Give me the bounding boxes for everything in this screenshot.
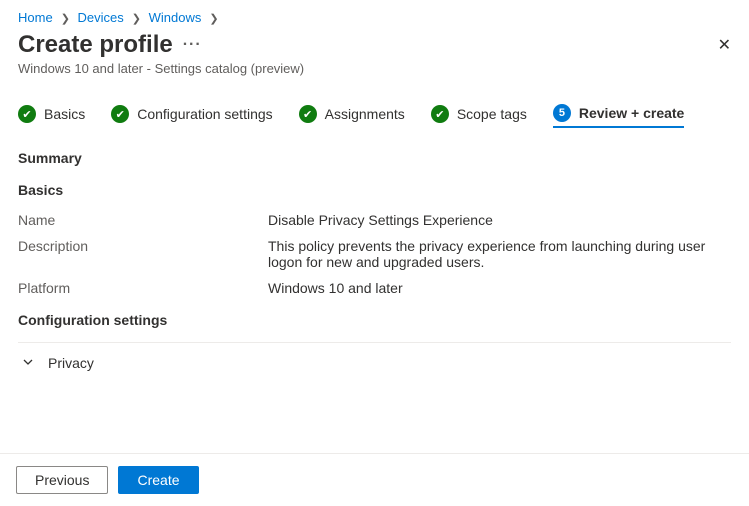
breadcrumb: Home ❯ Devices ❯ Windows ❯	[0, 0, 749, 29]
configuration-settings-heading: Configuration settings	[18, 312, 731, 328]
step-label: Assignments	[325, 106, 405, 122]
step-basics[interactable]: ✔ Basics	[18, 105, 85, 127]
step-label: Basics	[44, 106, 85, 122]
privacy-label: Privacy	[48, 355, 94, 371]
chevron-right-icon: ❯	[61, 13, 70, 25]
more-icon[interactable]: ···	[183, 36, 202, 54]
step-scope-tags[interactable]: ✔ Scope tags	[431, 105, 527, 127]
basics-heading: Basics	[18, 182, 731, 198]
close-icon[interactable]: ✕	[718, 35, 731, 55]
name-label: Name	[18, 212, 268, 228]
platform-value: Windows 10 and later	[268, 280, 731, 296]
check-icon: ✔	[431, 105, 449, 123]
step-label: Configuration settings	[137, 106, 272, 122]
description-label: Description	[18, 238, 268, 270]
previous-button[interactable]: Previous	[16, 466, 108, 494]
check-icon: ✔	[18, 105, 36, 123]
chevron-down-icon	[22, 356, 34, 371]
breadcrumb-devices[interactable]: Devices	[78, 10, 124, 25]
step-assignments[interactable]: ✔ Assignments	[299, 105, 405, 127]
step-label: Scope tags	[457, 106, 527, 122]
check-icon: ✔	[111, 105, 129, 123]
step-number-icon: 5	[553, 104, 571, 122]
wizard-steps: ✔ Basics ✔ Configuration settings ✔ Assi…	[0, 76, 749, 128]
check-icon: ✔	[299, 105, 317, 123]
footer: Previous Create	[0, 453, 749, 506]
field-platform: Platform Windows 10 and later	[18, 280, 731, 296]
breadcrumb-windows[interactable]: Windows	[149, 10, 202, 25]
page-subtitle: Windows 10 and later - Settings catalog …	[18, 61, 731, 76]
step-review-create[interactable]: 5 Review + create	[553, 104, 684, 128]
chevron-right-icon: ❯	[132, 13, 141, 25]
field-name: Name Disable Privacy Settings Experience	[18, 212, 731, 228]
field-description: Description This policy prevents the pri…	[18, 238, 731, 270]
step-label: Review + create	[579, 105, 684, 121]
page-title-text: Create profile	[18, 31, 173, 59]
chevron-right-icon: ❯	[209, 13, 218, 25]
summary-heading: Summary	[18, 150, 731, 166]
privacy-expander[interactable]: Privacy	[18, 343, 731, 383]
name-value: Disable Privacy Settings Experience	[268, 212, 731, 228]
page-title: Create profile ···	[18, 31, 731, 59]
breadcrumb-home[interactable]: Home	[18, 10, 53, 25]
platform-label: Platform	[18, 280, 268, 296]
description-value: This policy prevents the privacy experie…	[268, 238, 731, 270]
create-button[interactable]: Create	[118, 466, 198, 494]
step-configuration-settings[interactable]: ✔ Configuration settings	[111, 105, 272, 127]
